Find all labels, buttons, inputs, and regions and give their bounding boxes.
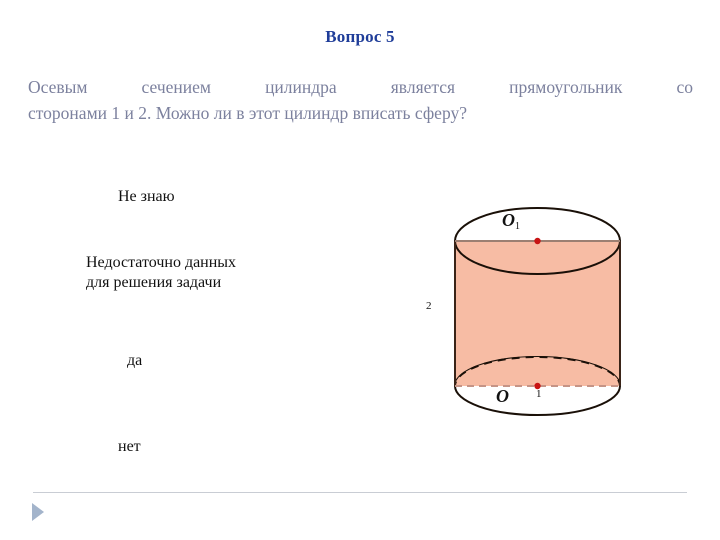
- question-text: Осевым сечением цилиндра является прямоу…: [28, 74, 693, 126]
- question-line-2: сторонами 1 и 2. Можно ли в этот цилиндр…: [28, 103, 467, 123]
- cylinder-diagram: O1 O 1 2: [418, 190, 650, 430]
- top-center-point: [534, 237, 541, 245]
- answer-option-nedostatochno-dannyh[interactable]: Недостаточно данных для решения задачи: [86, 253, 236, 293]
- slide-canvas: Вопрос 5 Осевым сечением цилиндра являет…: [0, 0, 720, 540]
- answer-option-ne-znayu[interactable]: Не знаю: [118, 187, 175, 207]
- play-triangle-icon[interactable]: [31, 502, 45, 522]
- answer-option-net[interactable]: нет: [118, 437, 141, 457]
- bottom-center-point: [534, 382, 541, 390]
- answer-option-da[interactable]: да: [127, 351, 142, 371]
- footer-divider: [33, 492, 687, 493]
- question-line-1: Осевым сечением цилиндра является прямоу…: [28, 77, 693, 97]
- next-slide-arrow[interactable]: [31, 502, 45, 522]
- cylinder-svg: [454, 207, 621, 416]
- page-title: Вопрос 5: [325, 27, 395, 46]
